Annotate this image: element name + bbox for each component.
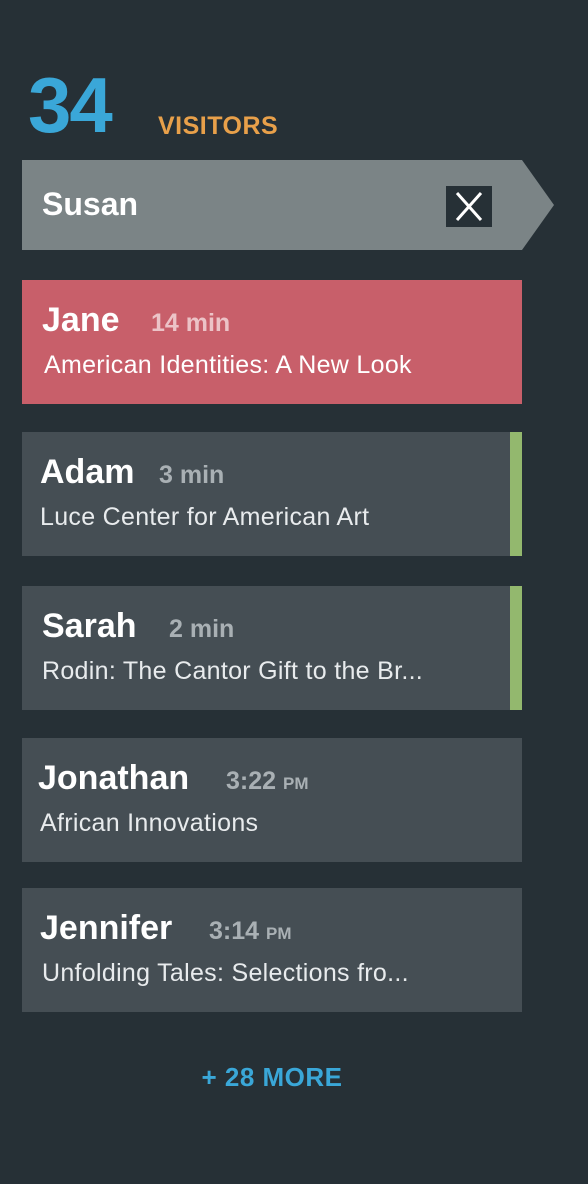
visitor-time: 14 min bbox=[151, 309, 231, 337]
new-activity-indicator bbox=[510, 432, 522, 556]
visitor-count: 34 bbox=[28, 61, 113, 149]
visitor-card-sarah[interactable]: Sarah 2 min Rodin: The Cantor Gift to th… bbox=[22, 586, 522, 710]
visitor-exhibit: Unfolding Tales: Selections fro... bbox=[42, 959, 409, 987]
visitors-label: VISITORS bbox=[158, 112, 279, 140]
visitor-name: Jane bbox=[42, 301, 120, 339]
visitor-card-jennifer[interactable]: Jennifer 3:14 PM Unfolding Tales: Select… bbox=[22, 888, 522, 1012]
visitor-exhibit: Rodin: The Cantor Gift to the Br... bbox=[42, 657, 424, 685]
clear-search-button[interactable] bbox=[446, 186, 492, 227]
visitor-card-jonathan[interactable]: Jonathan 3:22 PM African Innovations bbox=[22, 738, 522, 862]
close-icon bbox=[455, 192, 483, 221]
visitor-name: Adam bbox=[40, 453, 135, 491]
visitor-name: Jonathan bbox=[38, 759, 190, 797]
visitor-name: Sarah bbox=[42, 607, 137, 645]
show-more-link[interactable]: + 28 MORE bbox=[0, 1062, 544, 1093]
visitor-exhibit: Luce Center for American Art bbox=[40, 503, 370, 531]
visitor-time: 3:22 PM bbox=[226, 767, 309, 795]
visitor-time: 3:14 PM bbox=[209, 917, 292, 945]
new-activity-indicator bbox=[510, 586, 522, 710]
search-bar[interactable]: Susan bbox=[22, 160, 554, 250]
visitor-name: Jennifer bbox=[40, 909, 173, 947]
search-input[interactable]: Susan bbox=[42, 186, 138, 222]
visitor-exhibit: American Identities: A New Look bbox=[44, 351, 412, 379]
visitor-exhibit: African Innovations bbox=[40, 809, 259, 837]
visitor-card-jane[interactable]: Jane 14 min American Identities: A New L… bbox=[22, 280, 522, 404]
visitor-time: 2 min bbox=[169, 615, 235, 643]
visitor-time: 3 min bbox=[159, 461, 225, 489]
visitor-card-adam[interactable]: Adam 3 min Luce Center for American Art bbox=[22, 432, 522, 556]
